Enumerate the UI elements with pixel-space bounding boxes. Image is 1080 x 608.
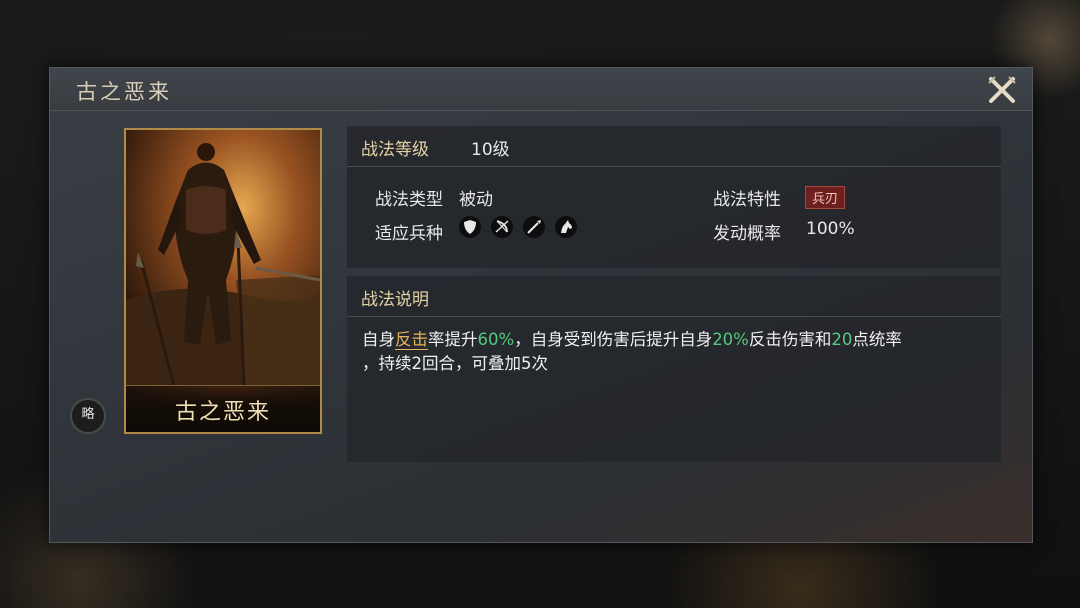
level-value: 10级 [471, 140, 510, 160]
close-icon [988, 76, 1016, 103]
card-name: 古之恶来 [174, 400, 271, 425]
desc-segment: 点统率 [852, 330, 902, 349]
counterattack-keyword[interactable]: 反击 [395, 330, 428, 350]
bow-icon[interactable] [491, 216, 513, 238]
level-label: 战法等级 [361, 140, 429, 160]
shield-icon[interactable] [459, 216, 481, 238]
card-name-bar: 古之恶来 [126, 385, 320, 432]
desc-value: 60% [477, 330, 515, 349]
description-text: 自身反击率提升60%，自身受到伤害后提升自身20%反击伤害和20点统率 ，持续2回… [362, 328, 992, 376]
skill-description-box: 战法说明 自身反击率提升60%，自身受到伤害后提升自身20%反击伤害和20点统率… [347, 276, 1001, 462]
skill-info-box: 战法等级 10级 战法类型 被动 战法特性 兵刃 适应兵种 发动概率 100% [347, 126, 1001, 268]
general-portrait [126, 130, 320, 386]
rate-value: 100% [806, 219, 855, 239]
desc-segment: ，自身受到伤害后提升自身 [514, 330, 713, 349]
troop-label: 适应兵种 [375, 224, 443, 244]
type-value: 被动 [459, 190, 493, 210]
desc-segment: ，持续2回合，可叠加5次 [362, 354, 548, 373]
feature-label: 战法特性 [713, 190, 781, 210]
dialog-titlebar: 古之恶来 [50, 68, 1032, 111]
skill-dialog: 古之恶来 古之恶来 略 战法等级 10级 战法类型 被动 战法特性 兵刃 适应兵… [49, 67, 1033, 543]
desc-segment: 自身 [362, 330, 395, 349]
spear-icon[interactable] [523, 216, 545, 238]
description-header-row: 战法说明 [347, 276, 1001, 317]
feature-tag: 兵刃 [805, 186, 846, 209]
desc-segment: 反击伤害和 [748, 330, 832, 349]
type-label: 战法类型 [375, 190, 443, 210]
skill-card: 古之恶来 [124, 128, 322, 434]
desc-value: 20 [831, 330, 853, 349]
desc-segment: 率提升 [428, 330, 478, 349]
strategy-badge[interactable]: 略 [70, 398, 106, 434]
troop-icons [459, 216, 587, 238]
close-button[interactable] [986, 74, 1018, 106]
skill-level-row: 战法等级 10级 [347, 126, 1001, 167]
horse-icon[interactable] [555, 216, 577, 238]
desc-value: 20% [712, 330, 749, 349]
description-header: 战法说明 [361, 290, 429, 310]
dialog-title: 古之恶来 [76, 80, 172, 104]
rate-label: 发动概率 [713, 224, 781, 244]
